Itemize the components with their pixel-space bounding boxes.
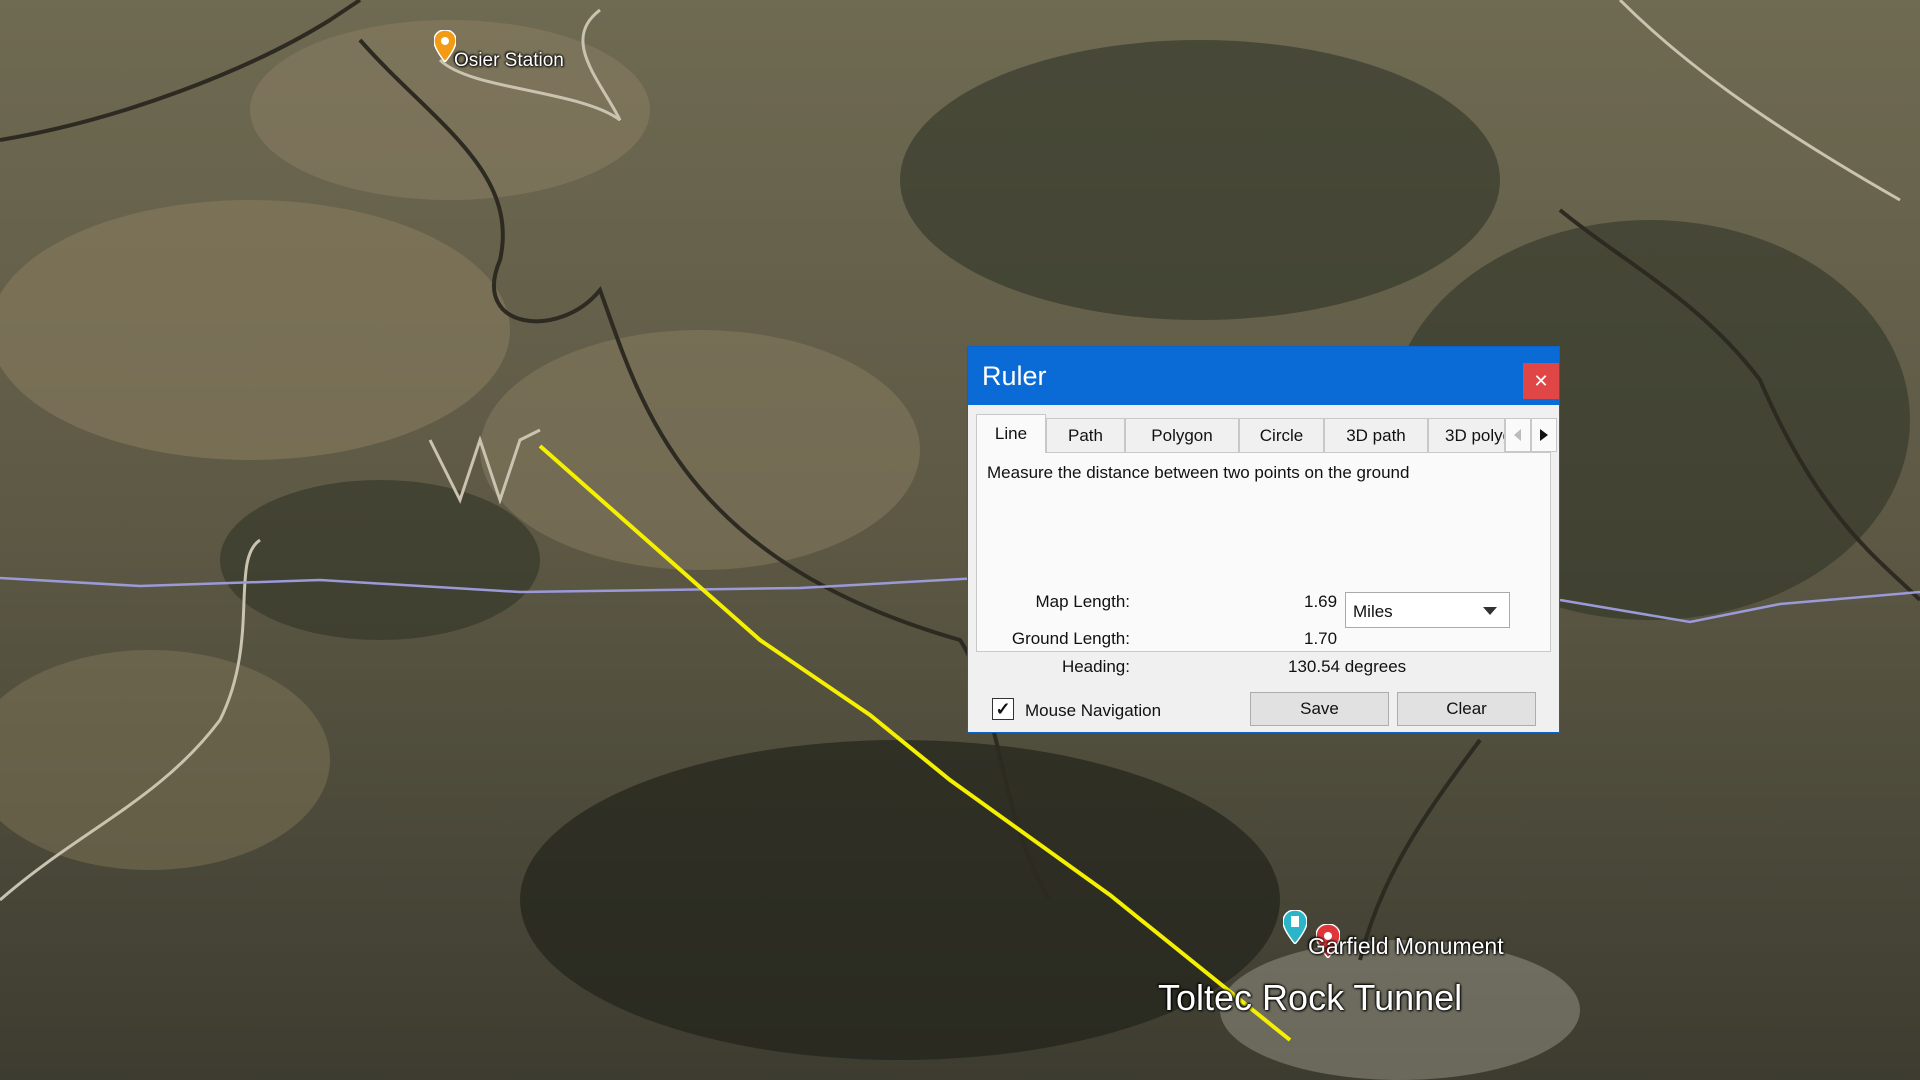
tab-3d-path[interactable]: 3D path [1324,418,1428,452]
tab-3d-polygon[interactable]: 3D polygon [1428,418,1505,452]
mouse-navigation-label[interactable]: Mouse Navigation [1025,701,1161,721]
forest-area [220,480,540,640]
chevron-right-icon [1540,429,1548,441]
close-button[interactable]: ✕ [1523,363,1559,399]
toltec-rock-tunnel-label[interactable]: Toltec Rock Tunnel [1158,977,1462,1019]
ground-length-label: Ground Length: [1011,629,1130,648]
tab-circle[interactable]: Circle [1239,418,1324,452]
units-select[interactable]: Miles [1345,592,1510,628]
tab-scroll-left-button[interactable] [1505,418,1531,452]
ruler-title: Ruler [982,361,1047,391]
meadow-area [0,200,510,460]
teal-monument-icon[interactable] [1283,910,1307,944]
close-icon: ✕ [1533,370,1549,391]
map-length-label: Map Length: [1035,592,1130,611]
ground-length-value: 1.70 [1304,629,1338,648]
ruler-description: Measure the distance between two points … [987,463,1410,482]
satellite-map[interactable] [0,0,1920,1080]
chevron-left-icon [1514,429,1521,441]
line-tab-panel: Measure the distance between two points … [976,452,1551,676]
forest-area [900,40,1500,320]
ruler-tab-bar: Line Path Polygon Circle 3D path 3D poly… [976,414,1557,453]
ruler-dialog: Ruler ✕ Line Path Polygon Circle 3D path… [967,346,1560,733]
tab-polygon[interactable]: Polygon [1125,418,1239,452]
osier-station-label[interactable]: Osier Station [454,50,564,72]
map-length-value: 1.69 [1304,592,1338,611]
checkmark-icon: ✓ [995,699,1011,719]
heading-value: 130.54 degrees [1288,657,1407,676]
chevron-down-icon [1483,607,1497,615]
tab-path[interactable]: Path [1046,418,1125,452]
clear-button[interactable]: Clear [1397,692,1536,726]
save-button[interactable]: Save [1250,692,1389,726]
tab-scroll-right-button[interactable] [1531,418,1557,452]
ruler-titlebar[interactable]: Ruler ✕ [968,347,1559,405]
tab-line[interactable]: Line [976,414,1046,453]
units-selected-value: Miles [1353,602,1393,621]
orange-place-pin-icon[interactable] [434,30,456,62]
garfield-monument-label[interactable]: Garfield Monument [1308,933,1504,960]
heading-label: Heading: [1061,657,1130,676]
mouse-navigation-checkbox[interactable]: ✓ [992,698,1014,720]
